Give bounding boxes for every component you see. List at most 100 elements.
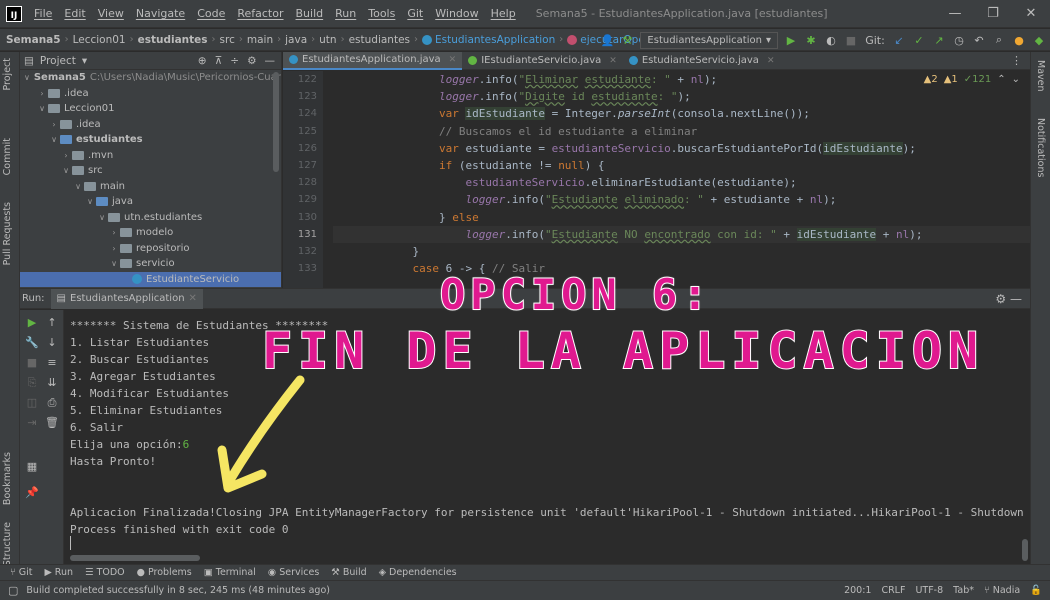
chevron-down-icon[interactable]: ▾ [82,55,87,67]
chevron-right-icon[interactable]: › [48,120,60,129]
project-panel-title[interactable]: Project [40,55,76,67]
breadcrumb-item[interactable]: Semana5 [6,34,61,46]
scrollbar[interactable] [1022,539,1028,561]
menu-code[interactable]: Code [191,7,231,20]
tree-item[interactable]: ∨ Semana5 C:\Users\Nadia\Music\Pericornios… [20,70,281,86]
chevron-right-icon[interactable]: › [108,228,120,237]
exit-icon[interactable]: ⇥ [24,416,40,429]
close-icon[interactable]: ✕ [189,293,197,304]
menu-view[interactable]: View [92,7,130,20]
project-tool-tab[interactable]: Project [2,58,13,91]
locate-icon[interactable]: ⊕ [198,55,207,67]
indent-setting[interactable]: Tab* [953,585,974,596]
git-update-icon[interactable]: ↙ [892,34,906,47]
status-message[interactable]: Build completed successfully in 8 sec, 2… [26,585,330,596]
breadcrumb-item[interactable]: java [285,34,307,46]
scroll-to-end-icon[interactable]: ⇊ [44,376,60,389]
close-icon[interactable]: ✕ [449,55,457,65]
menu-git[interactable]: Git [401,7,429,20]
layout-icon[interactable]: ▦ [24,460,40,473]
chevron-down-icon[interactable]: ∨ [48,135,60,144]
trash-icon[interactable]: 🗑 [44,416,60,429]
menu-build[interactable]: Build [290,7,330,20]
chevron-right-icon[interactable]: › [108,244,120,253]
chevron-down-icon[interactable]: ∨ [36,104,48,113]
hide-icon[interactable]: — [265,55,276,67]
tool-build[interactable]: ⚒ Build [331,567,366,578]
breadcrumb-item[interactable]: src [220,34,235,46]
lock-icon[interactable]: 🔓 [1030,585,1042,596]
tab-estudiantes-application[interactable]: EstudiantesApplication.java ✕ [283,51,463,70]
notifications-tool-tab[interactable]: Notifications [1035,118,1046,177]
gear-icon[interactable]: ⚙ — [995,292,1030,306]
cursor-position[interactable]: 200:1 [844,585,871,596]
tool-run[interactable]: ▶ Run [44,567,73,578]
tree-item[interactable]: › .idea [20,117,281,133]
line-separator[interactable]: CRLF [881,585,905,596]
gear-icon[interactable]: ⚙ [247,55,256,67]
tab-estudiante-servicio[interactable]: EstudianteServicio.java ✕ [623,52,781,70]
collapse-all-icon[interactable]: ⊼ [215,55,223,67]
close-icon[interactable]: ✕ [767,56,775,66]
menu-window[interactable]: Window [429,7,484,20]
menu-help[interactable]: Help [485,7,522,20]
down-icon[interactable]: ↓ [44,336,60,349]
git-commit-icon[interactable]: ✓ [912,34,926,47]
scrollbar[interactable] [70,555,200,561]
wrench-icon[interactable]: 🔧 [24,336,40,349]
status-toggle-icon[interactable]: ▢ [8,584,18,597]
scrollbar[interactable] [273,72,279,172]
user-icon[interactable]: 👤 [600,34,615,47]
plugin-icon[interactable]: ◆ [1032,34,1046,47]
pull-requests-tool-tab[interactable]: Pull Requests [2,202,13,265]
menu-navigate[interactable]: Navigate [130,7,191,20]
run-icon[interactable]: ▶ [784,34,798,47]
menu-tools[interactable]: Tools [362,7,401,20]
structure-tool-tab[interactable]: Structure [2,522,13,566]
update-icon[interactable]: ● [1012,34,1026,47]
tool-dependencies[interactable]: ◈ Dependencies [379,567,457,578]
close-button[interactable]: ✕ [1012,0,1050,28]
tool-todo[interactable]: ☰ TODO [85,567,125,578]
chevron-down-icon[interactable]: ⌄ [1012,74,1020,85]
commit-tool-tab[interactable]: Commit [2,138,13,175]
chevron-down-icon[interactable]: ∨ [108,259,120,268]
tree-item[interactable]: › repositorio [20,241,281,257]
minimize-button[interactable]: — [936,0,974,28]
menu-refactor[interactable]: Refactor [231,7,289,20]
maximize-button[interactable]: ❐ [974,0,1012,28]
close-icon[interactable]: ✕ [609,56,617,66]
debug-icon[interactable]: ✱ [804,34,818,47]
history-icon[interactable]: ◷ [952,34,966,47]
stop-icon[interactable]: ■ [24,356,40,369]
restore-layout-icon[interactable]: ⎘ [24,376,40,390]
tree-item[interactable]: EstudianteServicio [20,271,281,287]
soft-wrap-icon[interactable]: ≡ [44,356,60,369]
breadcrumb-item[interactable]: estudiantes [138,34,208,46]
run-config-select[interactable]: EstudiantesApplication ▾ [640,31,778,49]
pin-icon[interactable]: 📌 [24,486,40,499]
tree-item[interactable]: ∨ estudiantes [20,132,281,148]
run-tab[interactable]: ▤ EstudiantesApplication ✕ [50,288,203,309]
stop-icon[interactable]: ■ [844,34,858,47]
tab-iestudiante-servicio[interactable]: IEstudianteServicio.java ✕ [462,52,623,70]
menu-run[interactable]: Run [329,7,362,20]
rerun-icon[interactable]: ▶ [24,316,40,329]
search-icon[interactable]: ⌕ [992,33,1006,47]
chevron-right-icon[interactable]: › [36,89,48,98]
tool-terminal[interactable]: ▣ Terminal [204,567,256,578]
more-tabs-icon[interactable]: ⋮ [1011,54,1030,67]
inspection-widget[interactable]: ▲2 ▲1 ✓121 ⌃ ⌄ [924,74,1020,85]
tree-item[interactable]: ∨ src [20,163,281,179]
tool-git[interactable]: ⑂ Git [10,567,32,578]
tree-item[interactable]: ∨ Leccion01 [20,101,281,117]
chevron-down-icon[interactable]: ∨ [24,73,30,82]
menu-file[interactable]: File [28,7,58,20]
up-icon[interactable]: ↑ [44,316,60,329]
maven-tool-tab[interactable]: Maven [1035,60,1046,92]
print-icon[interactable]: ⎙ [44,396,60,410]
git-branch[interactable]: ⑂ Nadia [984,585,1020,596]
breadcrumb-item[interactable]: utn [319,34,336,46]
tree-item[interactable]: › .mvn [20,148,281,164]
tree-item[interactable]: › .idea [20,86,281,102]
